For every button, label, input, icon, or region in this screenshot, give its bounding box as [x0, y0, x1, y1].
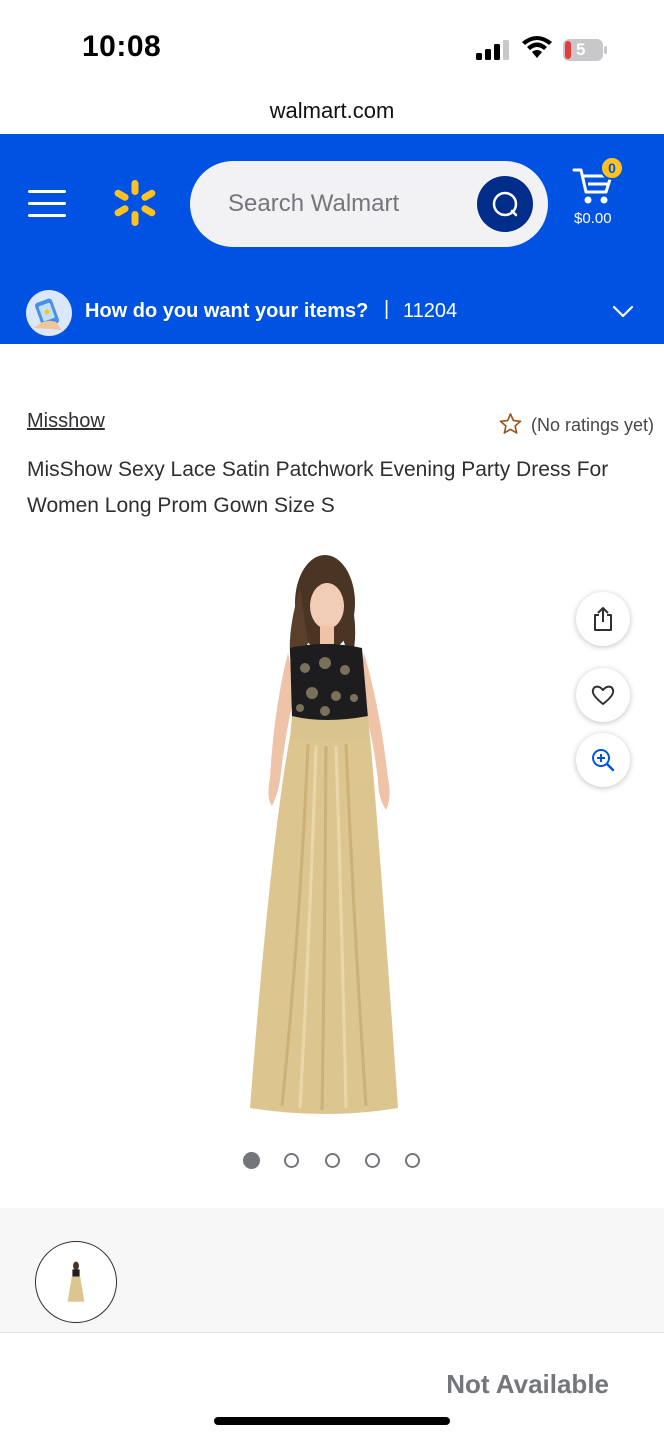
heart-icon	[591, 685, 615, 705]
fulfillment-prompt: How do you want your items?	[85, 300, 369, 322]
carousel-dots	[243, 1152, 423, 1171]
home-indicator[interactable]	[214, 1417, 450, 1425]
purchase-bar: Not Available	[0, 1332, 664, 1440]
fulfillment-zip: 11204	[403, 300, 458, 322]
carousel-dot[interactable]	[405, 1153, 420, 1168]
fulfillment-separator: |	[384, 298, 390, 320]
cart-button[interactable]: 0 $0.00	[566, 156, 636, 236]
browser-url[interactable]: walmart.com	[0, 92, 664, 134]
zoom-button[interactable]	[576, 733, 630, 787]
carousel-dot[interactable]	[284, 1153, 299, 1168]
zoom-in-icon	[592, 749, 615, 772]
hamburger-menu-icon[interactable]	[28, 190, 66, 218]
cart-count-badge: 0	[600, 156, 624, 180]
carousel-dot[interactable]	[325, 1153, 340, 1168]
fulfillment-selector[interactable]: How do you want your items? | 11204	[0, 282, 664, 344]
status-bar: 10:08 5	[0, 0, 664, 92]
chevron-down-icon[interactable]	[611, 304, 635, 320]
thumbnail-strip	[0, 1208, 664, 1332]
thumbnail-image[interactable]	[35, 1241, 117, 1323]
star-icon	[499, 413, 522, 434]
search-bar[interactable]	[190, 161, 548, 247]
status-time: 10:08	[82, 30, 162, 63]
cellular-signal-icon	[476, 40, 509, 60]
search-input[interactable]	[228, 185, 478, 223]
site-header: 0 $0.00	[0, 134, 664, 282]
cart-total: $0.00	[574, 210, 612, 227]
walmart-spark-logo[interactable]	[110, 178, 160, 228]
battery-icon: 5	[562, 38, 608, 62]
battery-level: 5	[576, 40, 586, 59]
share-icon	[594, 607, 612, 631]
brand-link[interactable]: Misshow	[27, 410, 105, 433]
product-title: MisShow Sexy Lace Satin Patchwork Evenin…	[27, 458, 609, 517]
carousel-dot[interactable]	[243, 1152, 260, 1169]
wifi-icon	[522, 36, 552, 58]
availability-status: Not Available	[446, 1369, 609, 1399]
ratings-text[interactable]: (No ratings yet)	[531, 415, 654, 436]
fulfillment-icon	[26, 290, 72, 336]
search-button[interactable]	[477, 176, 533, 232]
favorite-button[interactable]	[576, 668, 630, 722]
search-icon	[492, 191, 518, 217]
carousel-dot[interactable]	[365, 1153, 380, 1168]
share-button[interactable]	[576, 592, 630, 646]
product-image[interactable]	[230, 548, 420, 1118]
